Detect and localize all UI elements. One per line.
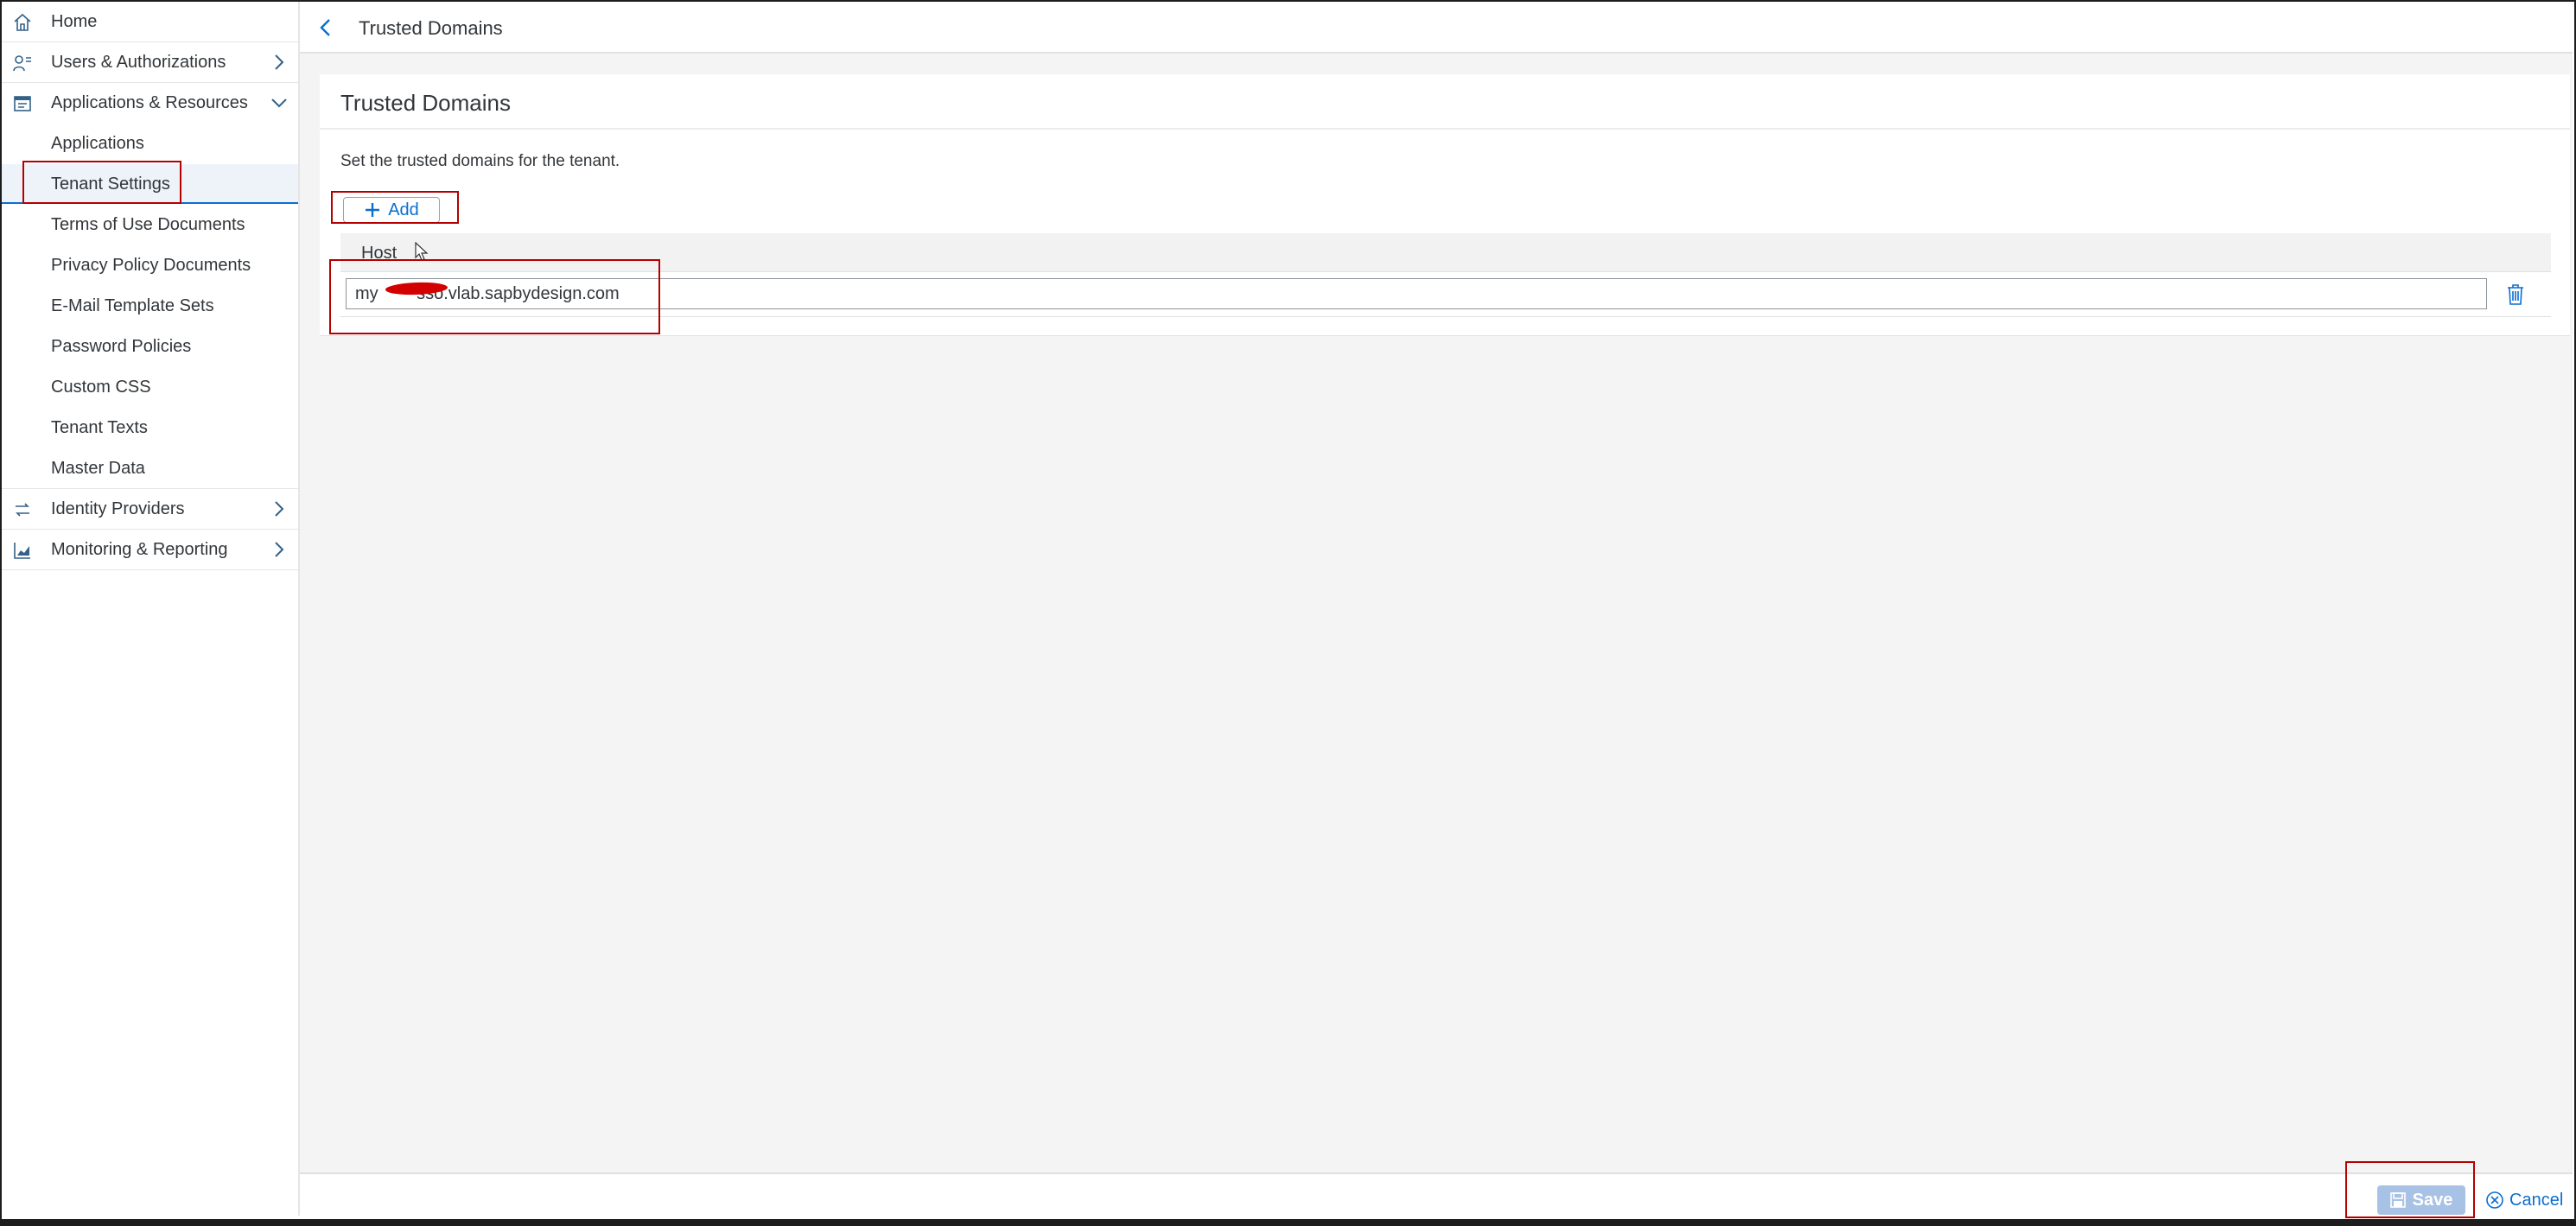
sidebar-item-label: E-Mail Template Sets: [51, 296, 214, 315]
sidebar-item-label: Identity Providers: [51, 499, 185, 518]
sidebar-item-email-templates[interactable]: E-Mail Template Sets: [2, 286, 298, 326]
sidebar-item-password-policies[interactable]: Password Policies: [2, 327, 298, 366]
chevron-down-icon: [271, 98, 287, 108]
sidebar-item-label: Applications: [51, 134, 144, 153]
sidebar-item-label: Applications & Resources: [51, 93, 248, 112]
highlight-box-tenant-settings: [22, 161, 181, 204]
sidebar-item-label: Tenant Texts: [51, 418, 148, 437]
mouse-cursor-icon: [415, 242, 429, 261]
cancel-button[interactable]: Cancel: [2485, 1185, 2572, 1215]
sidebar-item-label: Privacy Policy Documents: [51, 256, 251, 275]
monitoring-icon: [14, 543, 30, 559]
sidebar-item-terms-of-use[interactable]: Terms of Use Documents: [2, 205, 298, 245]
delete-icon[interactable]: [2506, 283, 2525, 306]
home-icon: [14, 13, 31, 31]
users-icon: [13, 55, 31, 72]
table-row: [340, 271, 2551, 317]
host-input[interactable]: [346, 278, 2487, 309]
identity-providers-icon: [16, 503, 29, 517]
sidebar-item-label: Monitoring & Reporting: [51, 540, 228, 559]
sidebar-item-label: Users & Authorizations: [51, 53, 226, 72]
panel-title: Trusted Domains: [340, 90, 511, 116]
highlight-box-host-field: [329, 259, 660, 334]
chevron-right-icon: [275, 501, 284, 517]
chevron-right-icon: [275, 542, 284, 557]
chevron-right-icon: [275, 54, 284, 70]
sidebar-item-label: Home: [51, 12, 98, 31]
sidebar-item-home[interactable]: Home: [2, 2, 298, 42]
back-arrow-icon[interactable]: [319, 18, 333, 37]
applications-icon: [14, 96, 31, 111]
highlight-box-add-button: [331, 191, 459, 224]
page-title: Trusted Domains: [359, 17, 503, 39]
panel-description: Set the trusted domains for the tenant.: [340, 152, 620, 170]
sidebar-item-applications-resources[interactable]: Applications & Resources: [2, 83, 298, 123]
cancel-button-label: Cancel: [2509, 1190, 2564, 1210]
panel-divider: [320, 128, 2570, 130]
sidebar-item-master-data[interactable]: Master Data: [2, 448, 298, 489]
cancel-icon: [2486, 1191, 2503, 1209]
sidebar-item-privacy-policy[interactable]: Privacy Policy Documents: [2, 245, 298, 285]
table-header: Host: [340, 233, 2551, 272]
sidebar-item-monitoring-reporting[interactable]: Monitoring & Reporting: [2, 530, 298, 570]
sidebar-item-label: Custom CSS: [51, 378, 151, 397]
page-header: Trusted Domains: [300, 2, 2573, 54]
sidebar-item-custom-css[interactable]: Custom CSS: [2, 367, 298, 407]
sidebar-item-tenant-texts[interactable]: Tenant Texts: [2, 408, 298, 448]
sidebar-item-users-authorizations[interactable]: Users & Authorizations: [2, 42, 298, 83]
sidebar-item-label: Master Data: [51, 459, 145, 478]
sidebar-item-applications[interactable]: Applications: [2, 124, 298, 163]
sidebar-item-label: Password Policies: [51, 337, 192, 356]
sidebar-item-identity-providers[interactable]: Identity Providers: [2, 489, 298, 530]
sidebar-item-label: Terms of Use Documents: [51, 215, 245, 234]
page-footer: [300, 1172, 2573, 1219]
highlight-box-save-button: [2345, 1161, 2475, 1218]
